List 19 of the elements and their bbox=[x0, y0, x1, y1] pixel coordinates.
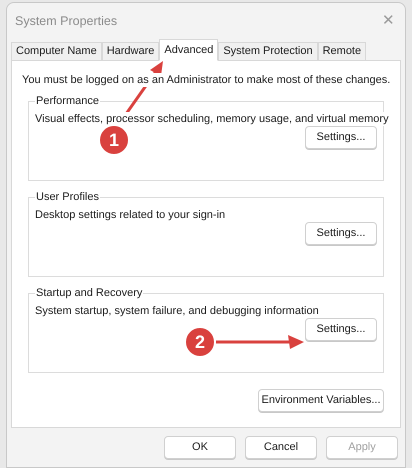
dialog-button[interactable]: Settings... bbox=[305, 126, 377, 148]
dialog-button[interactable]: Environment Variables... bbox=[258, 389, 384, 412]
tab[interactable]: Computer Name bbox=[11, 42, 102, 61]
group-title: Startup and Recovery bbox=[35, 286, 144, 301]
dialog-button[interactable]: Cancel bbox=[245, 436, 317, 459]
tab[interactable]: Hardware bbox=[102, 42, 160, 61]
group-title: User Profiles bbox=[35, 190, 100, 205]
group-title: Performance bbox=[35, 94, 100, 109]
tab[interactable]: System Protection bbox=[218, 42, 318, 61]
notice-text: You must be logged on as an Administrator to make most of these changes. bbox=[22, 73, 390, 87]
dialog-button[interactable]: OK bbox=[164, 436, 236, 459]
group-description: Desktop settings related to your sign-in bbox=[35, 208, 226, 222]
group-description: System startup, system failure, and debugging information bbox=[35, 304, 319, 318]
dialog-button[interactable]: Settings... bbox=[305, 318, 377, 340]
group-description: Visual effects, processor scheduling, memory usage, and virtual memory bbox=[35, 112, 389, 126]
window-title: System Properties bbox=[15, 12, 118, 30]
tab[interactable]: Advanced bbox=[159, 39, 218, 61]
tab[interactable]: Remote bbox=[318, 42, 366, 61]
dialog-button[interactable]: Settings... bbox=[305, 222, 377, 244]
